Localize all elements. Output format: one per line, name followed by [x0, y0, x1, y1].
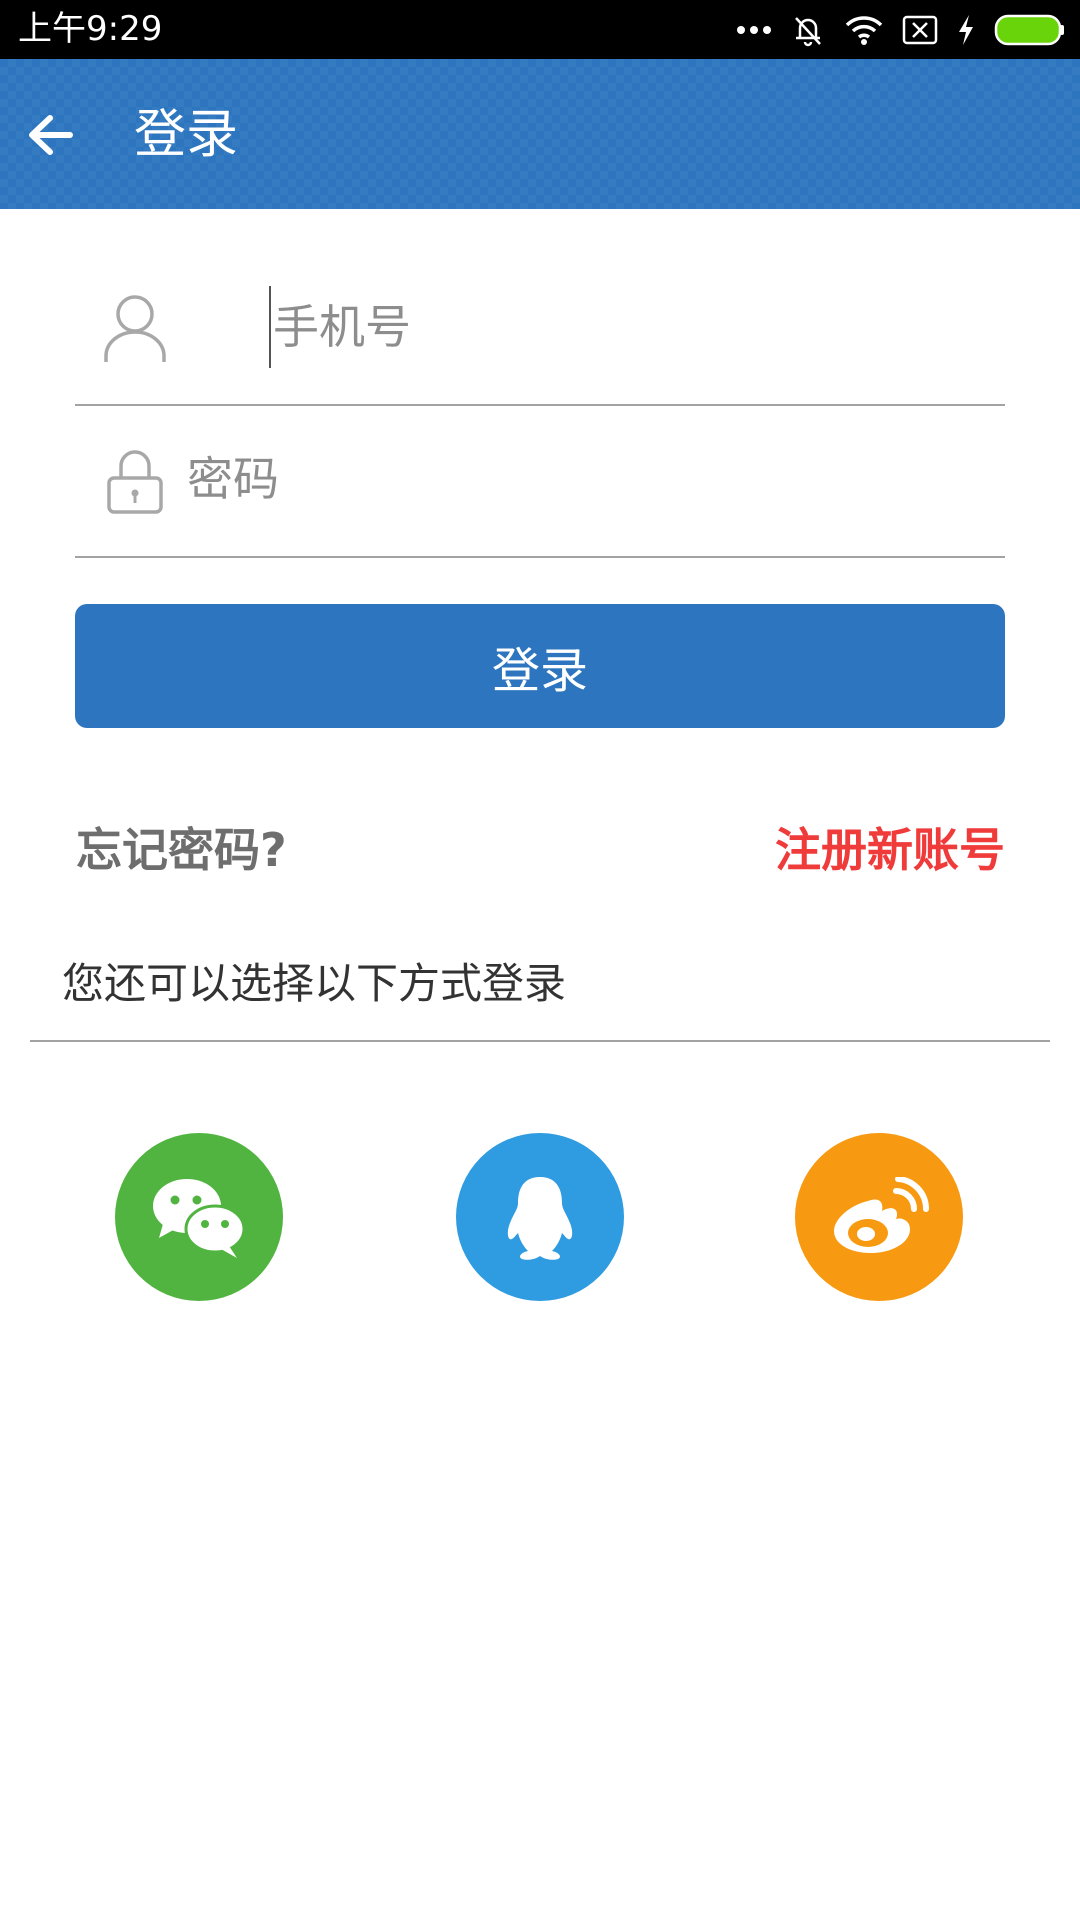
qq-icon [507, 1177, 573, 1260]
arrow-left-icon [29, 115, 73, 155]
status-time: 上午9:29 [18, 9, 163, 49]
qq-login-button[interactable] [456, 1133, 624, 1301]
wechat-icon [153, 1179, 246, 1258]
forgot-password-link[interactable]: 忘记密码? [76, 820, 287, 880]
divider [30, 1040, 1050, 1042]
mute-bell-icon [795, 17, 821, 47]
login-button[interactable]: 登录 [75, 604, 1005, 728]
lock-icon [107, 450, 163, 514]
register-link[interactable]: 注册新账号 [775, 820, 1005, 880]
back-button[interactable] [18, 103, 82, 167]
no-sim-icon [902, 15, 938, 45]
status-bar: 上午9:29 [0, 0, 1080, 59]
weibo-login-button[interactable] [795, 1133, 963, 1301]
weibo-icon [834, 1177, 930, 1253]
status-icons [736, 10, 1066, 50]
more-dots-icon [737, 26, 771, 34]
app-bar: 登录 [0, 59, 1080, 209]
phone-input[interactable] [269, 286, 1049, 368]
battery-icon [994, 14, 1064, 46]
password-row [75, 408, 1005, 558]
wifi-icon [845, 16, 883, 45]
user-icon [104, 295, 166, 362]
phone-row [75, 256, 1049, 406]
alt-login-label: 您还可以选择以下方式登录 [62, 959, 567, 1008]
wechat-login-button[interactable] [115, 1133, 283, 1301]
password-input[interactable] [187, 438, 967, 520]
charging-icon [959, 15, 973, 45]
page-title: 登录 [134, 105, 239, 165]
